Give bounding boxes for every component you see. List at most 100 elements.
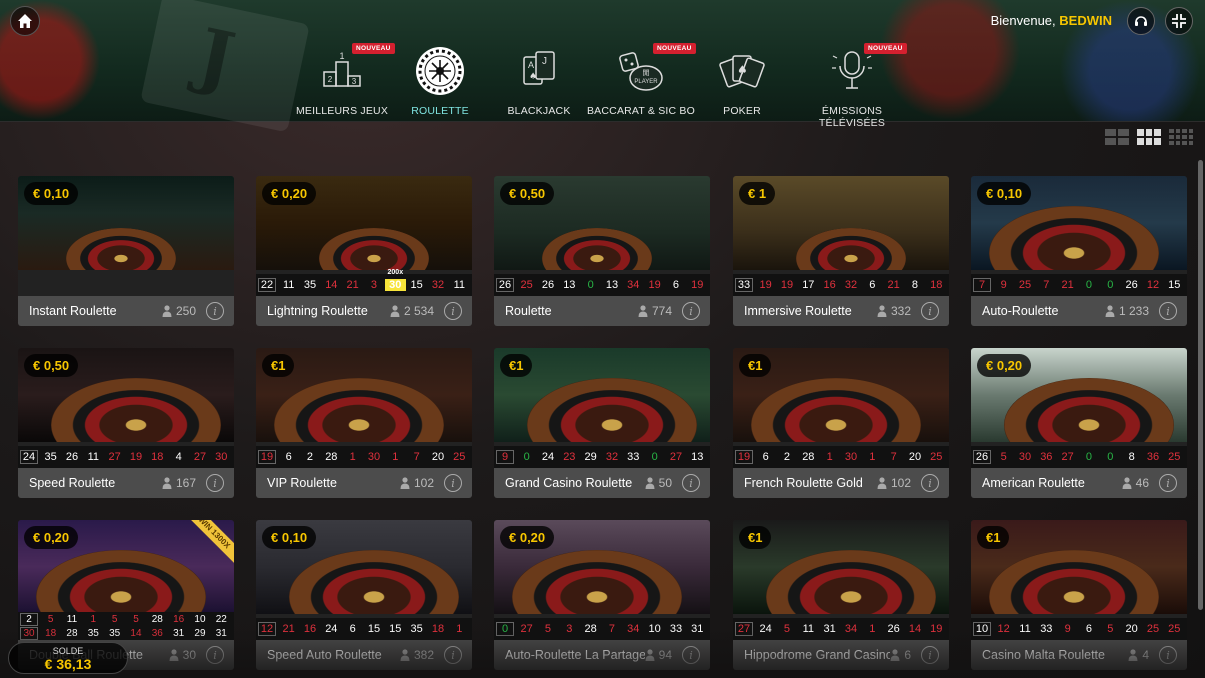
- game-tile[interactable]: € 0,50 26 25 26 13 0 13 34 19 6 19 Roulette 774 i: [494, 176, 710, 326]
- game-tile[interactable]: € 0,20 0 27 5 3 28 7 34 10 33 31 Auto-Roulette La P…: [494, 520, 710, 670]
- game-name: Immersive Roulette: [744, 304, 852, 318]
- player-count-value: 332: [890, 304, 911, 318]
- game-name: VIP Roulette: [267, 476, 337, 490]
- result-number: 8: [1128, 451, 1135, 463]
- view-large-grid-button[interactable]: [1105, 129, 1129, 145]
- game-tile[interactable]: €1 10 12 11 33 9 6 5 20 25 25 Casino Malta Roulette…: [971, 520, 1187, 670]
- game-tile[interactable]: € 0,20 26 5 30 36 27 0 0 8 36 25 American Roulette 4…: [971, 348, 1187, 498]
- game-footer: Casino Malta Roulette 4 i: [971, 640, 1187, 670]
- info-icon[interactable]: i: [921, 474, 939, 492]
- view-medium-grid-button[interactable]: [1137, 129, 1161, 145]
- result-number: 5: [544, 623, 552, 635]
- info-icon[interactable]: i: [444, 646, 462, 664]
- result-number: 36: [1040, 451, 1053, 463]
- result-number: 16: [303, 623, 317, 635]
- result-number: 24: [325, 623, 338, 635]
- game-tile[interactable]: € 1 33 19 19 17 16 32 6 21 8 18 Immersive Roulette 3…: [733, 176, 949, 326]
- info-icon[interactable]: i: [1159, 646, 1177, 664]
- recent-results-bottom: 30 18 28 35 35 14 36 31 29 31: [18, 626, 234, 640]
- result-number: 12: [997, 623, 1010, 635]
- result-number: 6: [1085, 623, 1093, 635]
- min-bet-badge: €1: [500, 354, 533, 377]
- person-icon: [645, 477, 655, 489]
- game-tile[interactable]: € 0,10 12 21 16 24 6 15 15 35 18 1 Speed Auto Roule…: [256, 520, 472, 670]
- result-number: 6: [349, 623, 356, 635]
- player-count-value: 102: [413, 476, 434, 490]
- svg-text:1: 1: [339, 51, 344, 61]
- scrollbar[interactable]: [1198, 160, 1203, 610]
- min-bet-badge: € 0,20: [500, 526, 555, 549]
- result-number: 7: [413, 451, 420, 463]
- result-number: 24: [541, 451, 555, 463]
- result-number: 5: [111, 613, 118, 625]
- info-icon[interactable]: i: [682, 302, 700, 320]
- result-number: 24: [20, 450, 38, 464]
- result-number: 2: [20, 612, 38, 626]
- info-icon[interactable]: i: [444, 302, 462, 320]
- game-tile[interactable]: €1 27 24 5 11 31 34 1 26 14 19 Hippodrome Grand Cas…: [733, 520, 949, 670]
- min-bet-badge: € 0,20: [24, 526, 79, 549]
- game-tile[interactable]: €1 19 6 2 28 1 30 1 7 20 25 VIP Roulette 102 i: [256, 348, 472, 498]
- nav-label: ÉMISSIONS TÉLÉVISÉES: [818, 105, 886, 129]
- roulette-wheel-image: [36, 550, 206, 614]
- game-tile[interactable]: € 0,20 22 11 35 14 21 3 30 200x 15 32 11 Lightning R…: [256, 176, 472, 326]
- recent-results: 33 19 19 17 16 32 6 21 8 18: [733, 274, 949, 296]
- game-tile[interactable]: €1 9 0 24 23 29 32 33 0 27 13 Grand Casino Roulette…: [494, 348, 710, 498]
- player-count-value: 30: [182, 648, 196, 662]
- recent-results: 19 6 2 28 1 30 1 7 20 25: [256, 446, 472, 468]
- game-tile[interactable]: €1 19 6 2 28 1 30 1 7 20 25 French Roulette Gold 102…: [733, 348, 949, 498]
- info-icon[interactable]: i: [444, 474, 462, 492]
- result-number: 10: [194, 613, 206, 625]
- person-icon: [1122, 477, 1132, 489]
- info-icon[interactable]: i: [921, 302, 939, 320]
- result-number: 9: [496, 450, 514, 464]
- result-number: 25: [520, 279, 533, 291]
- welcome-label: Bienvenue,: [990, 13, 1056, 28]
- info-icon[interactable]: i: [206, 474, 224, 492]
- info-icon[interactable]: i: [1159, 302, 1177, 320]
- result-number: 28: [584, 623, 597, 635]
- min-bet-badge: € 0,10: [977, 182, 1032, 205]
- result-number: 21: [282, 623, 295, 635]
- info-icon[interactable]: i: [921, 646, 939, 664]
- player-count: 102: [400, 476, 434, 490]
- result-number: 8: [911, 279, 919, 291]
- min-bet-badge: €1: [977, 526, 1010, 549]
- result-number: 10: [648, 623, 661, 635]
- roulette-wheel-icon: [416, 47, 464, 95]
- result-number: 27: [669, 451, 683, 463]
- info-icon[interactable]: i: [682, 474, 700, 492]
- game-tile[interactable]: € 0,10 7 9 25 7 21 0 0 26 12 15 Auto-Roulette 1 233 i: [971, 176, 1187, 326]
- game-name: Speed Roulette: [29, 476, 116, 490]
- nav-poker[interactable]: ♠ POKER: [682, 40, 802, 122]
- game-footer: Roulette 774 i: [494, 296, 710, 326]
- game-tile[interactable]: € 0,10 Instant Roulette 250 i: [18, 176, 234, 326]
- exit-fullscreen-button[interactable]: [1165, 7, 1193, 35]
- info-icon[interactable]: i: [206, 302, 224, 320]
- info-icon[interactable]: i: [682, 646, 700, 664]
- view-small-grid-button[interactable]: [1169, 129, 1193, 145]
- result-number: 15: [389, 623, 402, 635]
- result-number: 20: [908, 451, 922, 463]
- home-button[interactable]: [10, 6, 40, 36]
- game-footer: French Roulette Gold 102 i: [733, 468, 949, 498]
- min-bet-badge: € 0,50: [500, 182, 555, 205]
- result-number: 10: [973, 622, 991, 636]
- game-name: Auto-Roulette La Partage: [505, 648, 645, 662]
- result-number: 26: [973, 450, 991, 464]
- result-number: 6: [672, 279, 680, 291]
- info-icon[interactable]: i: [206, 646, 224, 664]
- game-tile[interactable]: € 0,50 24 35 26 11 27 19 18 4 27 30 Speed Roulette 1…: [18, 348, 234, 498]
- info-icon[interactable]: i: [1159, 474, 1177, 492]
- result-number: 23: [563, 451, 576, 463]
- result-number: 24: [759, 623, 772, 635]
- nav-emissions-televisees[interactable]: NOUVEAU ÉMISSIONS TÉLÉVISÉES: [792, 40, 912, 129]
- result-number: 22: [215, 613, 227, 625]
- result-number: 27: [108, 451, 121, 463]
- result-number: 26: [541, 279, 555, 291]
- player-count-value: 102: [890, 476, 911, 490]
- roulette-wheel-image: [274, 378, 444, 442]
- result-number: 30: [367, 451, 381, 463]
- top-header: J Bienvenue, BEDWIN 1 2 3 NOUVEAU MEILLE…: [0, 0, 1205, 133]
- support-button[interactable]: [1127, 7, 1155, 35]
